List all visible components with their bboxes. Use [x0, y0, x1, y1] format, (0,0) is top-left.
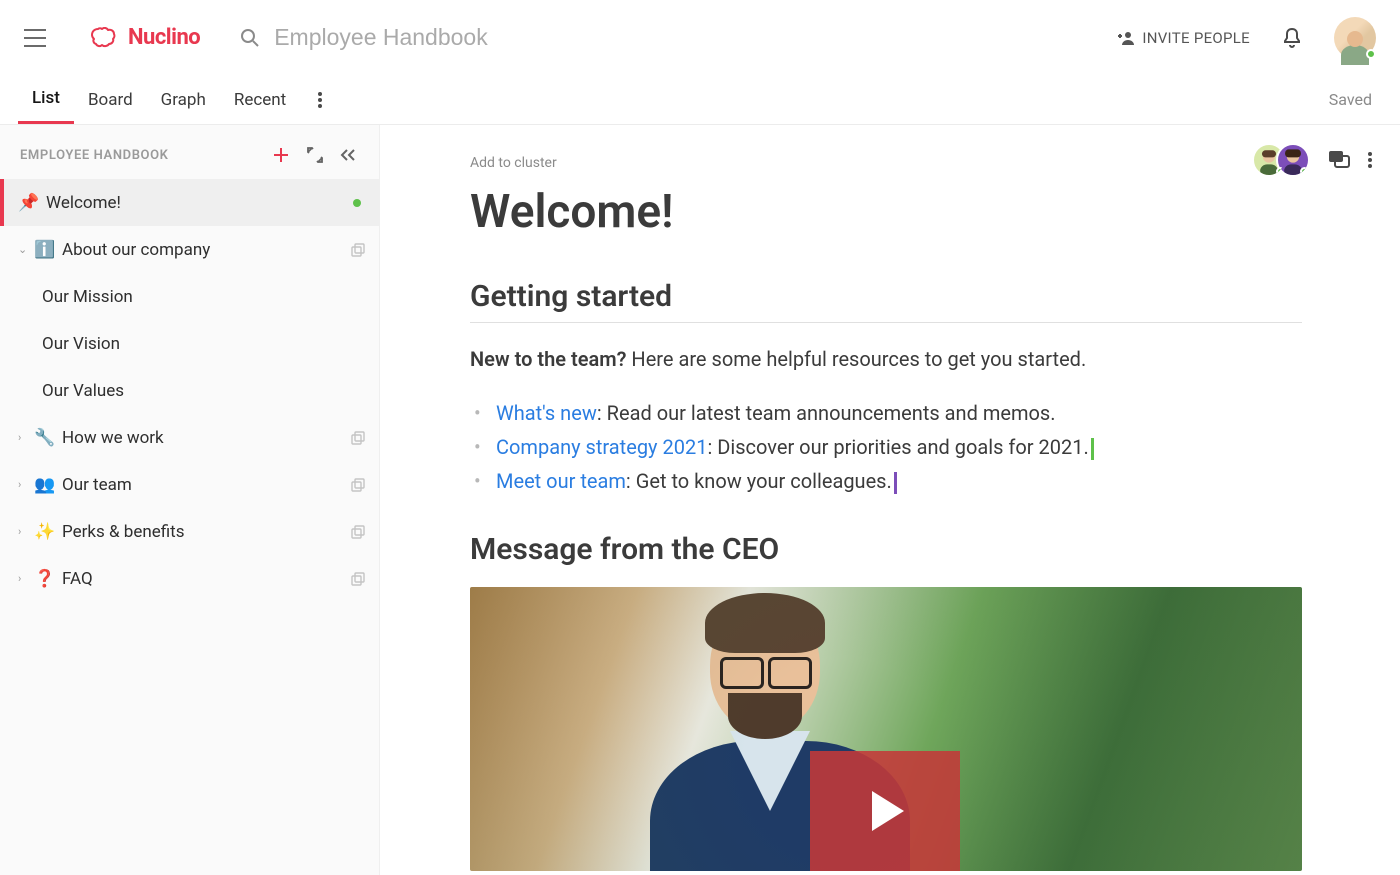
sidebar-item-ourteam[interactable]: › 👥 Our team	[0, 461, 379, 508]
app-logo[interactable]: Nuclino	[90, 25, 200, 50]
tab-graph[interactable]: Graph	[147, 75, 220, 124]
link-company-strategy[interactable]: Company strategy 2021	[496, 435, 707, 459]
sidebar-item-label: About our company	[62, 240, 351, 260]
sidebar-item-perks[interactable]: › ✨ Perks & benefits	[0, 508, 379, 555]
sidebar-item-howwework[interactable]: › 🔧 How we work	[0, 414, 379, 461]
list-item: Company strategy 2021: Discover our prio…	[496, 430, 1302, 464]
brain-icon	[90, 27, 120, 49]
save-status: Saved	[1329, 90, 1382, 109]
collapse-sidebar-icon[interactable]	[331, 144, 365, 166]
search-icon[interactable]	[240, 28, 260, 48]
divider	[470, 322, 1302, 323]
link-meet-team[interactable]: Meet our team	[496, 469, 626, 493]
sidebar-item-label: Our team	[62, 475, 351, 495]
chevron-down-icon: ⌄	[18, 243, 30, 256]
intro-paragraph: New to the team? Here are some helpful r…	[470, 345, 1302, 374]
edited-indicator	[353, 199, 361, 207]
chevron-right-icon: ›	[18, 478, 30, 491]
pin-icon: 📌	[18, 193, 38, 213]
app-name: Nuclino	[128, 25, 200, 50]
tab-list[interactable]: List	[18, 75, 74, 124]
cluster-icon	[351, 525, 365, 539]
sidebar-item-label: Our Mission	[42, 287, 365, 307]
tab-recent[interactable]: Recent	[220, 75, 300, 124]
tab-board[interactable]: Board	[74, 75, 147, 124]
sidebar-item-label: Perks & benefits	[62, 522, 351, 542]
invite-people-button[interactable]: INVITE PEOPLE	[1117, 29, 1250, 47]
expand-icon[interactable]	[299, 143, 331, 167]
chevron-right-icon: ›	[18, 572, 30, 585]
info-icon: ℹ️	[34, 240, 54, 260]
sidebar-item-label: Our Vision	[42, 334, 365, 354]
doc-more-icon[interactable]	[1368, 152, 1372, 168]
section-heading: Getting started	[470, 279, 1302, 314]
list-item: Meet our team: Get to know your colleagu…	[496, 464, 1302, 498]
comments-icon[interactable]	[1328, 150, 1350, 170]
link-whats-new[interactable]: What's new	[496, 401, 597, 425]
sidebar-item-label: FAQ	[62, 569, 351, 589]
play-button[interactable]	[810, 751, 960, 871]
sidebar-item-label: Our Values	[42, 381, 365, 401]
search-input[interactable]	[274, 24, 634, 51]
collaborator-cursor	[1091, 438, 1094, 460]
sidebar-item-vision[interactable]: Our Vision	[0, 320, 379, 367]
collaborator-avatars[interactable]	[1252, 143, 1310, 177]
sidebar: EMPLOYEE HANDBOOK 📌 Welcome! ⌄ ℹ️	[0, 125, 380, 875]
question-icon: ❓	[34, 569, 54, 589]
section-heading: Message from the CEO	[470, 532, 1302, 567]
invite-label: INVITE PEOPLE	[1142, 29, 1250, 47]
cluster-icon	[351, 478, 365, 492]
sparkle-icon: ✨	[34, 522, 54, 542]
chevron-right-icon: ›	[18, 431, 30, 444]
tabs-more-icon[interactable]	[312, 86, 328, 114]
sidebar-item-about[interactable]: ⌄ ℹ️ About our company	[0, 226, 379, 273]
user-avatar[interactable]	[1334, 17, 1376, 59]
cluster-icon	[351, 431, 365, 445]
person-add-icon	[1117, 31, 1135, 45]
add-item-button[interactable]	[263, 143, 299, 167]
people-icon: 👥	[34, 475, 54, 495]
workspace-title: EMPLOYEE HANDBOOK	[20, 148, 169, 163]
video-thumbnail[interactable]	[470, 587, 1302, 871]
menu-toggle[interactable]	[24, 29, 46, 47]
collaborator-cursor	[894, 472, 897, 494]
sidebar-item-label: Welcome!	[46, 193, 353, 213]
list-item: What's new: Read our latest team announc…	[496, 396, 1302, 430]
sidebar-item-label: How we work	[62, 428, 351, 448]
notifications-icon[interactable]	[1282, 27, 1302, 49]
cluster-icon	[351, 243, 365, 257]
sidebar-item-welcome[interactable]: 📌 Welcome!	[0, 179, 379, 226]
presence-indicator	[1366, 49, 1376, 59]
play-icon	[872, 791, 904, 831]
sidebar-item-mission[interactable]: Our Mission	[0, 273, 379, 320]
sidebar-item-values[interactable]: Our Values	[0, 367, 379, 414]
page-title: Welcome!	[470, 185, 1302, 239]
chevron-right-icon: ›	[18, 525, 30, 538]
tools-icon: 🔧	[34, 428, 54, 448]
add-to-cluster-link[interactable]: Add to cluster	[470, 155, 1302, 171]
cluster-icon	[351, 572, 365, 586]
sidebar-item-faq[interactable]: › ❓ FAQ	[0, 555, 379, 602]
